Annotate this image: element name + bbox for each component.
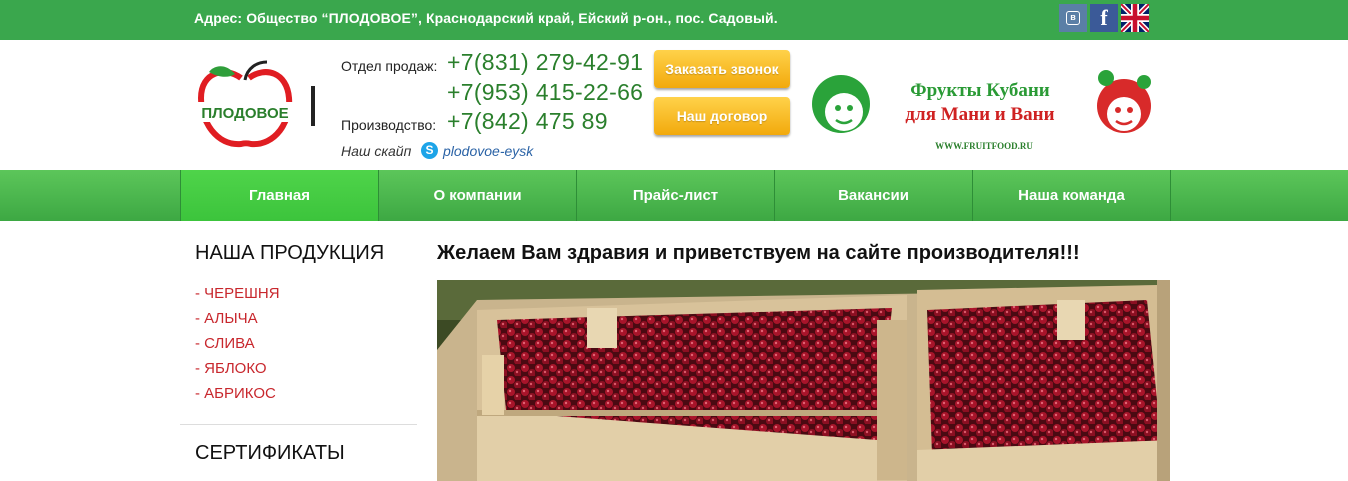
logo-text: ПЛОДОВОЕ: [201, 105, 288, 122]
product-link-apricot[interactable]: - АБРИКОС: [195, 385, 276, 402]
banner-url: WWW.FRUITFOOD.RU: [935, 141, 1033, 151]
divider: [311, 86, 315, 126]
nav-team[interactable]: Наша команда: [972, 170, 1170, 221]
cherry-crates-photo: [437, 280, 1170, 481]
nav-vacancies[interactable]: Вакансии: [774, 170, 972, 221]
main-nav: Главная О компании Прайс-лист Вакансии Н…: [0, 170, 1348, 221]
facebook-icon[interactable]: f: [1090, 4, 1118, 32]
top-bar: Адрес: Общество “ПЛОДОВОЕ”, Краснодарски…: [0, 0, 1348, 40]
welcome-heading: Желаем Вам здравия и приветствуем на сай…: [437, 242, 1080, 264]
sales-phone-1[interactable]: +7(831) 279-42-91: [447, 49, 643, 76]
product-link-plum[interactable]: - СЛИВА: [195, 335, 255, 352]
girl-face-icon: [1097, 70, 1151, 133]
uk-flag-icon[interactable]: [1121, 4, 1149, 32]
nav-home[interactable]: Главная: [180, 170, 378, 221]
site-logo[interactable]: ПЛОДОВОЕ: [195, 58, 295, 153]
banner-line-2: для Мани и Вани: [905, 104, 1054, 125]
skype-link[interactable]: plodovoe-eysk: [443, 143, 533, 159]
product-link-plum-cherry[interactable]: - АЛЫЧА: [195, 310, 258, 327]
production-label: Производство:: [341, 117, 437, 133]
products-title: НАША ПРОДУКЦИЯ: [195, 242, 385, 264]
sidebar-divider: [180, 424, 417, 425]
product-link-apple[interactable]: - ЯБЛОКО: [195, 360, 267, 377]
skype-label: Наш скайп: [341, 143, 412, 159]
nav-pricelist[interactable]: Прайс-лист: [576, 170, 774, 221]
contract-button[interactable]: Наш договор: [654, 97, 790, 135]
banner-line-1: Фрукты Кубани: [910, 80, 1050, 101]
boy-face-icon: [812, 75, 870, 133]
nav-divider: [1170, 170, 1171, 221]
skype-icon: S: [421, 142, 438, 159]
address-text: Адрес: Общество “ПЛОДОВОЕ”, Краснодарски…: [194, 10, 778, 26]
vk-icon[interactable]: в: [1059, 4, 1087, 32]
product-link-cherry[interactable]: - ЧЕРЕШНЯ: [195, 285, 280, 302]
sales-label: Отдел продаж:: [341, 58, 438, 74]
certificates-title[interactable]: СЕРТИФИКАТЫ: [195, 442, 345, 465]
callback-button[interactable]: Заказать звонок: [654, 50, 790, 88]
nav-about[interactable]: О компании: [378, 170, 576, 221]
production-phone[interactable]: +7(842) 475 89: [447, 108, 608, 135]
sales-phone-2[interactable]: +7(953) 415-22-66: [447, 79, 643, 106]
fruitfood-banner[interactable]: Фрукты Кубани для Мани и Вани WWW.FRUITF…: [808, 64, 1158, 156]
